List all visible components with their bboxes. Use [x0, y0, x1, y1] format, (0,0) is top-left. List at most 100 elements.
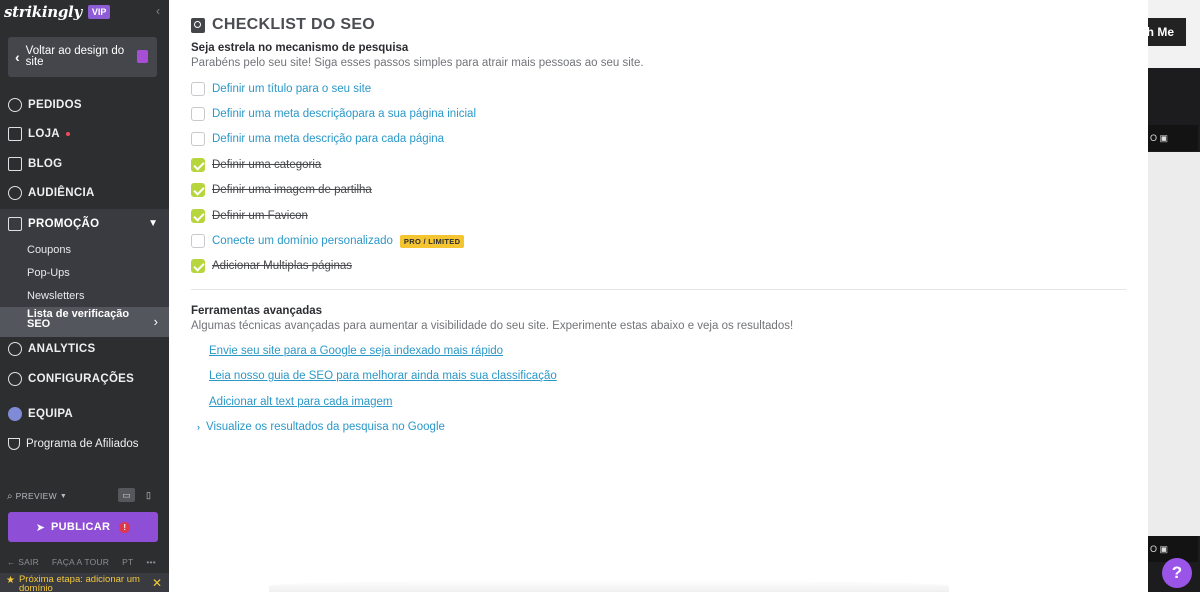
nav-loja[interactable]: LOJA	[0, 121, 169, 147]
nav-label: PEDIDOS	[28, 99, 82, 111]
checklist-label[interactable]: Definir uma meta descriçãopara a sua pág…	[212, 108, 476, 120]
logo-area: strikingly VIP	[4, 2, 111, 22]
nav-label: AUDIÊNCIA	[28, 187, 95, 199]
mobile-icon[interactable]: ▯	[140, 488, 157, 502]
google-results-label: Visualize os resultados da pesquisa no G…	[206, 421, 445, 433]
section2-title: Ferramentas avançadas	[191, 305, 323, 317]
sub-popups[interactable]: Pop-Ups	[27, 267, 70, 279]
chevron-right-icon: ›	[153, 314, 158, 329]
language-link[interactable]: PT	[122, 557, 133, 567]
nav-equipa[interactable]: EQUIPA	[0, 401, 169, 427]
publish-button[interactable]: ➤ PUBLICAR !	[8, 512, 158, 542]
google-index-link[interactable]: Envie seu site para a Google e seja inde…	[209, 345, 503, 357]
alt-text-link[interactable]: Adicionar alt text para cada imagem	[209, 396, 392, 408]
google-results-expand[interactable]: › Visualize os resultados da pesquisa no…	[197, 421, 445, 433]
nav-afiliados[interactable]: Programa de Afiliados	[0, 431, 169, 457]
editor-image-label: O ▣	[1148, 125, 1198, 151]
publish-label: PUBLICAR	[50, 521, 111, 533]
checklist-label[interactable]: Definir um título para o seu site	[212, 83, 371, 95]
help-button[interactable]: ?	[1162, 558, 1192, 588]
checkbox-checked[interactable]	[191, 158, 205, 172]
close-icon[interactable]: ✕	[152, 576, 162, 590]
sub-coupons[interactable]: Coupons	[27, 244, 71, 256]
dollar-icon	[8, 98, 22, 112]
star-icon: ★	[6, 575, 15, 586]
nav-label: Programa de Afiliados	[26, 438, 139, 450]
search-icon: ⌕	[7, 490, 13, 502]
checklist-item[interactable]: Definir um título para o seu site	[191, 81, 371, 97]
collapse-sidebar-icon[interactable]: ‹	[156, 4, 160, 18]
seo-checklist-panel: CHECKLIST DO SEO Seja estrela no mecanis…	[169, 0, 1148, 592]
checkbox-checked[interactable]	[191, 259, 205, 273]
checkbox-checked[interactable]	[191, 209, 205, 223]
checkbox[interactable]	[191, 82, 205, 96]
back-to-design-label: Voltar ao design do site	[25, 45, 125, 68]
checklist-label[interactable]: Definir uma imagem de partilha	[212, 184, 372, 196]
preview-label: PREVIEW	[15, 491, 57, 501]
checklist-item[interactable]: Definir uma imagem de partilha	[191, 182, 372, 198]
bottom-shadow	[269, 580, 949, 592]
nav-label: EQUIPA	[28, 408, 74, 420]
megaphone-icon	[8, 216, 22, 231]
nav-configuracoes[interactable]: CONFIGURAÇÕES	[0, 366, 169, 392]
checklist-item[interactable]: Definir uma categoria	[191, 157, 321, 173]
checklist-item[interactable]: Adicionar Multiplas páginas	[191, 258, 352, 274]
checkbox[interactable]	[191, 234, 205, 248]
sub-newsletters[interactable]: Newsletters	[27, 290, 84, 302]
desktop-icon[interactable]: ▭	[118, 488, 135, 502]
section1-title: Seja estrela no mecanismo de pesquisa	[191, 42, 409, 54]
team-icon	[8, 407, 22, 421]
strikingly-logo[interactable]: strikingly	[4, 3, 82, 21]
exit-link[interactable]: ← SAIR	[7, 557, 39, 567]
sub-seo-checklist[interactable]: Lista de verificação SEO ›	[0, 307, 169, 337]
image-icon: ▣	[1159, 132, 1169, 143]
sidebar-footer: ← SAIR FAÇA A TOUR PT •••	[7, 557, 156, 567]
seo-search-icon	[191, 17, 205, 33]
checkbox[interactable]	[191, 107, 205, 121]
design-icon	[137, 50, 148, 63]
preview-toggle[interactable]: ⌕ PREVIEW ▼	[7, 488, 162, 504]
checklist-label[interactable]: Adicionar Multiplas páginas	[212, 260, 352, 272]
chevron-right-icon: ›	[197, 422, 200, 432]
nav-label: LOJA	[28, 128, 60, 140]
nav-pedidos[interactable]: PEDIDOS	[0, 92, 169, 118]
checklist-item[interactable]: Conecte um domínio personalizado PRO / L…	[191, 233, 465, 249]
image-icon: ▣	[1159, 543, 1169, 554]
panel-header: CHECKLIST DO SEO	[191, 16, 375, 34]
checklist-label[interactable]: Definir um Favicon	[212, 210, 308, 222]
section1-desc: Parabéns pelo seu site! Siga esses passo…	[191, 57, 644, 69]
checklist-label[interactable]: Definir uma meta descrição para cada pág…	[212, 133, 444, 145]
gear-icon	[8, 372, 22, 386]
chevron-down-icon: ▼	[148, 218, 158, 229]
nav-promocao[interactable]: PROMOÇÃO ▼	[0, 209, 169, 238]
nav-analytics[interactable]: ANALYTICS	[0, 336, 169, 362]
nav-blog[interactable]: BLOG	[0, 151, 169, 177]
checklist-item[interactable]: Definir uma meta descriçãopara a sua pág…	[191, 106, 476, 122]
seo-guide-link[interactable]: Leia nosso guia de SEO para melhorar ain…	[209, 370, 557, 382]
alert-icon: !	[119, 521, 131, 533]
checklist-label[interactable]: Conecte um domínio personalizado	[212, 235, 393, 247]
shop-icon	[8, 127, 22, 141]
back-to-design-button[interactable]: ‹ Voltar ao design do site	[8, 37, 157, 77]
checkbox-checked[interactable]	[191, 183, 205, 197]
sidebar: strikingly VIP ‹ ‹ Voltar ao design do s…	[0, 0, 169, 592]
trophy-icon	[8, 438, 20, 450]
divider	[191, 289, 1126, 290]
caret-down-icon: ▼	[59, 492, 67, 500]
tour-link[interactable]: FAÇA A TOUR	[52, 557, 109, 567]
checklist-label[interactable]: Definir uma categoria	[212, 159, 321, 171]
more-icon[interactable]: •••	[146, 557, 156, 567]
pen-icon	[8, 157, 22, 171]
nav-audiencia[interactable]: AUDIÊNCIA	[0, 180, 169, 206]
chart-icon	[8, 342, 22, 356]
notification-dot	[65, 132, 70, 136]
vip-badge: VIP	[87, 5, 111, 19]
rocket-icon: ➤	[35, 521, 45, 534]
nav-label: CONFIGURAÇÕES	[28, 373, 135, 385]
section2-desc: Algumas técnicas avançadas para aumentar…	[191, 320, 794, 332]
checklist-item[interactable]: Definir um Favicon	[191, 208, 308, 224]
checkbox[interactable]	[191, 132, 205, 146]
checklist-item[interactable]: Definir uma meta descrição para cada pág…	[191, 131, 444, 147]
nav-label: ANALYTICS	[28, 343, 96, 355]
next-step-banner[interactable]: ★ Próxima etapa: adicionar um domínio ✕	[0, 573, 169, 592]
